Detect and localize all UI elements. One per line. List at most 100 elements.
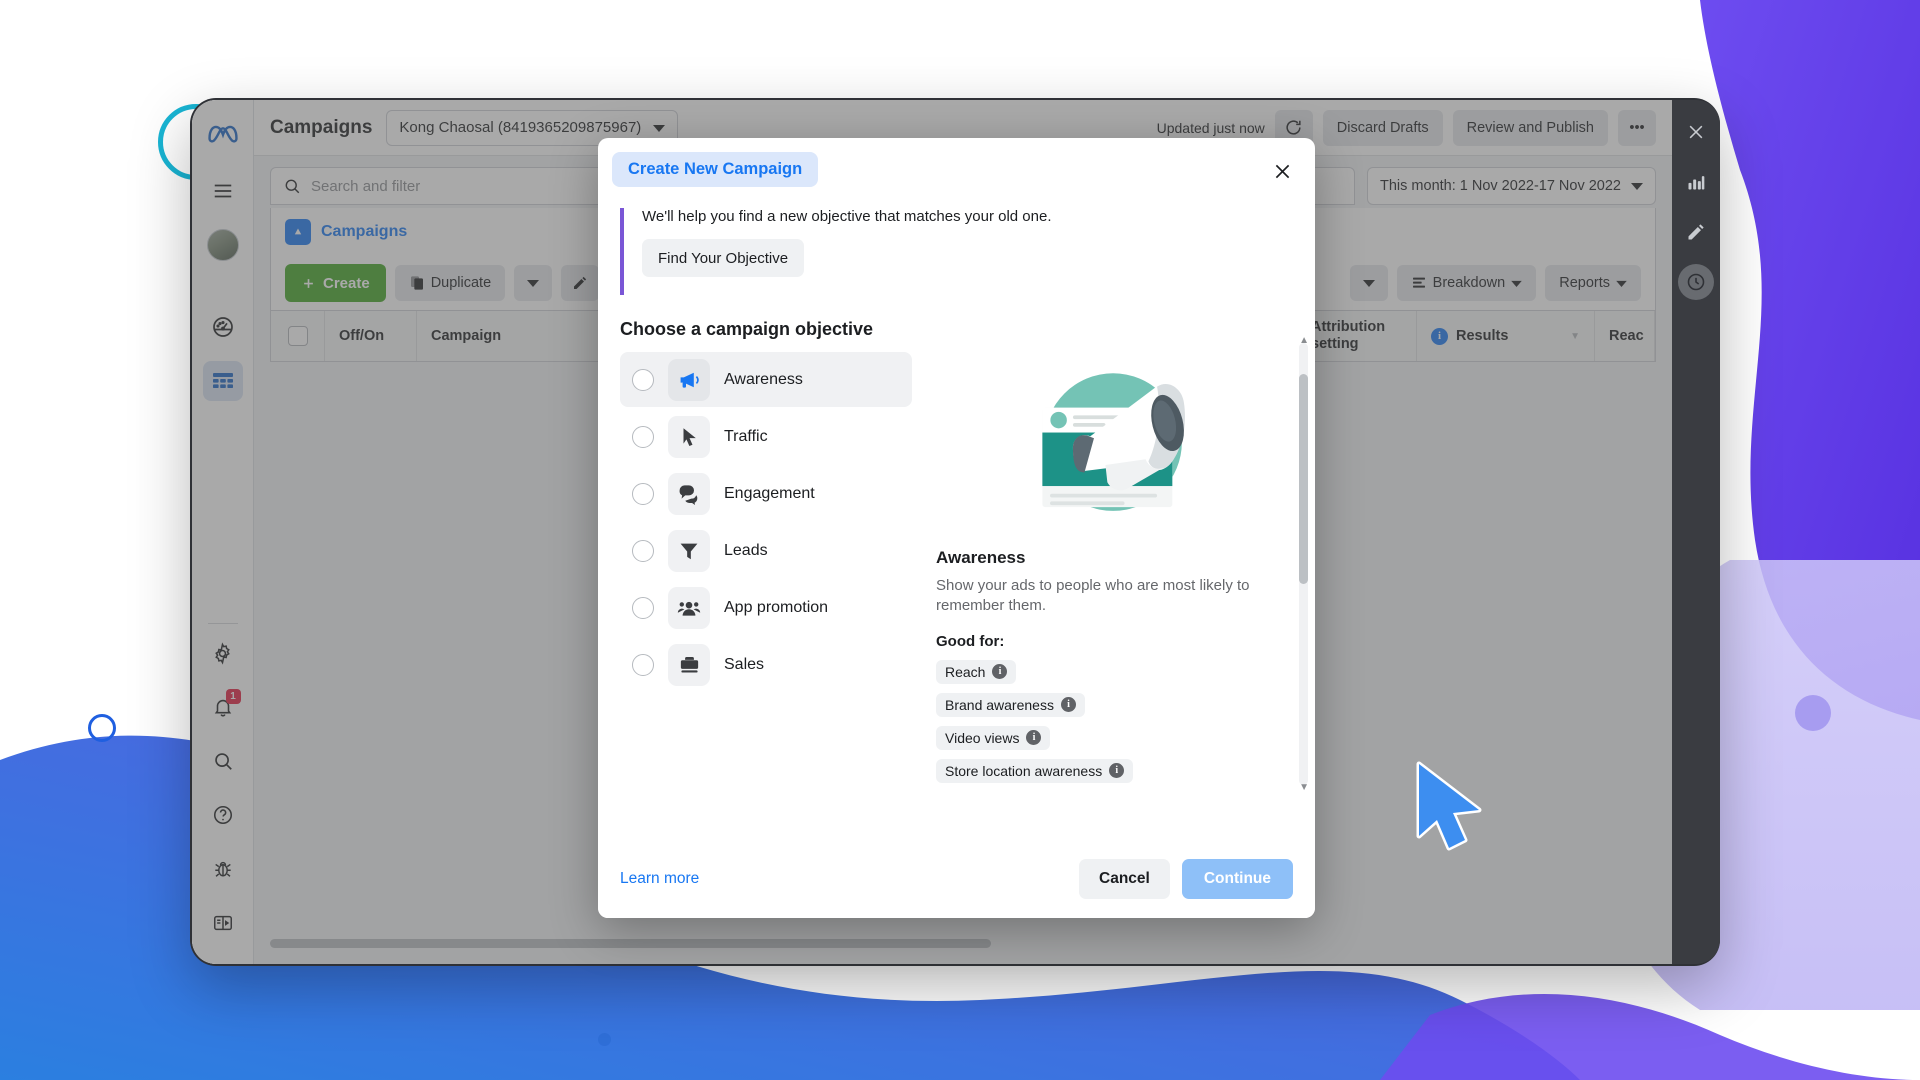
date-range-selector[interactable]: This month: 1 Nov 2022-17 Nov 2022 xyxy=(1367,167,1656,205)
objective-option-engagement[interactable]: Engagement xyxy=(620,466,912,521)
page-title: Campaigns xyxy=(270,116,373,138)
help-icon[interactable] xyxy=(203,795,243,835)
horizontal-scrollbar-thumb[interactable] xyxy=(270,939,991,948)
objective-label: Traffic xyxy=(724,427,768,445)
people-icon xyxy=(668,586,710,629)
gauge-icon[interactable] xyxy=(203,307,243,347)
objective-label: Leads xyxy=(724,541,768,559)
info-icon[interactable]: i xyxy=(992,664,1008,679)
objective-layout: Awareness Traffic Engagement Leads App p… xyxy=(620,352,1293,792)
info-icon[interactable]: i xyxy=(1109,763,1125,778)
create-button[interactable]: Create xyxy=(285,264,386,302)
column-header-offon[interactable]: Off/On xyxy=(325,311,417,361)
bug-icon[interactable] xyxy=(203,849,243,889)
find-your-objective-button[interactable]: Find Your Objective xyxy=(642,239,805,277)
bell-icon[interactable]: 1 xyxy=(203,687,243,727)
create-campaign-modal: Create New Campaign We'll help you find … xyxy=(598,138,1315,918)
chevron-down-icon xyxy=(653,124,666,132)
objective-option-awareness[interactable]: Awareness xyxy=(620,352,912,407)
search-placeholder: Search and filter xyxy=(311,177,421,195)
objective-option-app-promotion[interactable]: App promotion xyxy=(620,580,912,635)
megaphone-illustration xyxy=(1041,373,1185,511)
left-nav-rail: 1 xyxy=(192,100,254,964)
table-icon[interactable] xyxy=(202,361,243,401)
tag-brand-awareness[interactable]: Brand awareness i xyxy=(936,692,1085,717)
detail-title: Awareness xyxy=(936,548,1026,567)
decor-dot-blue xyxy=(598,1033,611,1046)
modal-scrollbar-thumb[interactable] xyxy=(1299,374,1308,584)
info-icon[interactable]: i xyxy=(1060,697,1076,712)
create-button-label: Create xyxy=(323,274,370,292)
good-for-tags: Brand awareness i xyxy=(936,692,1293,726)
scroll-down-arrow-icon[interactable]: ▼ xyxy=(1299,783,1309,793)
reports-label: Reports xyxy=(1559,275,1610,291)
select-all-checkbox[interactable] xyxy=(271,311,325,361)
updated-status: Updated just now xyxy=(1156,119,1265,136)
tag-label: Brand awareness xyxy=(945,696,1054,713)
discard-drafts-button[interactable]: Discard Drafts xyxy=(1322,109,1443,146)
tag-reach[interactable]: Reach i xyxy=(936,659,1017,684)
funnel-icon xyxy=(668,529,710,572)
radio-engagement[interactable] xyxy=(632,482,654,505)
radio-app-promotion[interactable] xyxy=(632,596,654,619)
tag-label: Store location awareness xyxy=(945,762,1103,779)
info-icon: i xyxy=(1431,327,1448,345)
breadcrumb-campaigns[interactable]: Campaigns xyxy=(321,223,407,241)
column-header-attribution[interactable]: Attribution setting xyxy=(1297,311,1417,361)
tag-video-views[interactable]: Video views i xyxy=(936,725,1051,750)
pencil-icon[interactable] xyxy=(1678,214,1714,250)
more-menu-button[interactable]: ••• xyxy=(1618,109,1656,146)
objective-option-leads[interactable]: Leads xyxy=(620,523,912,578)
radio-leads[interactable] xyxy=(632,539,654,562)
search-icon xyxy=(285,179,300,194)
decor-ring-blue xyxy=(88,714,116,742)
duplicate-button[interactable]: Duplicate xyxy=(394,265,506,301)
good-for-label: Good for: xyxy=(936,632,1005,650)
avatar[interactable] xyxy=(203,225,243,265)
duplicate-icon xyxy=(410,276,423,290)
panel-icon[interactable] xyxy=(203,903,243,943)
gear-icon[interactable] xyxy=(203,633,243,673)
continue-button[interactable]: Continue xyxy=(1181,859,1293,899)
notification-badge: 1 xyxy=(225,689,241,704)
megaphone-icon xyxy=(668,358,710,401)
cancel-button[interactable]: Cancel xyxy=(1079,859,1170,899)
chat-bubbles-icon xyxy=(668,472,710,515)
objective-label: App promotion xyxy=(724,598,829,616)
good-for-tags: Reach i xyxy=(936,659,1293,693)
edit-button[interactable] xyxy=(561,265,600,301)
good-for-tags: Video views i xyxy=(936,725,1293,759)
scroll-up-arrow-icon[interactable]: ▲ xyxy=(1299,336,1309,346)
column-header-results[interactable]: i Results ▼ xyxy=(1417,311,1595,361)
breakdown-button[interactable]: Breakdown xyxy=(1396,265,1537,301)
clock-icon[interactable] xyxy=(1678,264,1714,300)
info-icon[interactable]: i xyxy=(1026,730,1042,745)
close-icon[interactable] xyxy=(1267,156,1297,186)
duplicate-dropdown[interactable] xyxy=(514,265,553,301)
tag-label: Video views xyxy=(945,729,1020,746)
campaign-folder-icon xyxy=(285,219,311,245)
radio-sales[interactable] xyxy=(632,653,654,676)
radio-traffic[interactable] xyxy=(632,425,654,448)
meta-logo-icon xyxy=(201,112,245,156)
objective-option-sales[interactable]: Sales xyxy=(620,637,912,692)
objective-label: Awareness xyxy=(724,370,803,388)
horizontal-scrollbar[interactable] xyxy=(270,939,1656,948)
radio-awareness[interactable] xyxy=(632,368,654,391)
mouse-cursor xyxy=(1413,760,1495,861)
chevron-down-icon xyxy=(1616,280,1627,287)
close-icon[interactable] xyxy=(1678,114,1714,150)
chevron-down-icon xyxy=(527,280,540,287)
learn-more-link[interactable]: Learn more xyxy=(620,870,699,888)
search-icon[interactable] xyxy=(203,741,243,781)
bar-chart-icon[interactable] xyxy=(1678,164,1714,200)
table-toolbar-right: Breakdown Reports xyxy=(1349,265,1641,301)
menu-icon[interactable] xyxy=(203,171,243,211)
objective-option-traffic[interactable]: Traffic xyxy=(620,409,912,464)
chevron-down-icon xyxy=(1631,183,1643,190)
columns-dropdown[interactable] xyxy=(1349,265,1388,301)
column-header-reach[interactable]: Reac xyxy=(1595,311,1655,361)
reports-button[interactable]: Reports xyxy=(1545,265,1641,301)
review-publish-button[interactable]: Review and Publish xyxy=(1452,109,1608,146)
tag-store-location-awareness[interactable]: Store location awareness i xyxy=(936,758,1134,783)
